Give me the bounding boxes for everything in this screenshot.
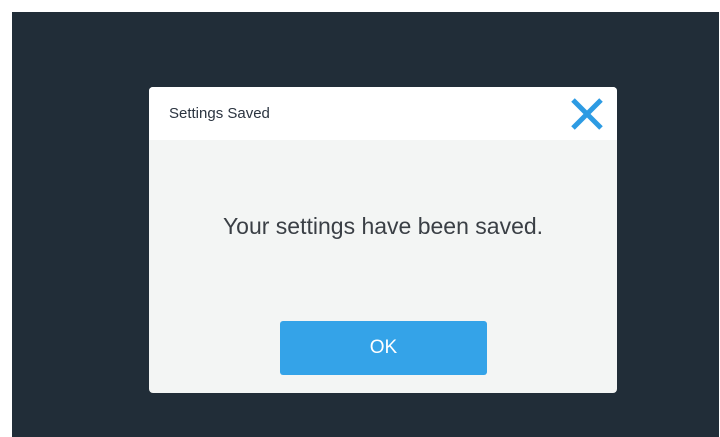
ok-button[interactable]: OK [280,321,487,375]
dialog-title: Settings Saved [169,105,270,122]
dialog-header: Settings Saved [149,87,617,140]
modal-backdrop: Settings Saved Your settings have been s… [12,12,719,437]
dialog-message: Your settings have been saved. [222,213,544,239]
close-button[interactable] [568,97,606,131]
settings-saved-dialog: Settings Saved Your settings have been s… [149,87,617,393]
close-icon [571,98,603,130]
